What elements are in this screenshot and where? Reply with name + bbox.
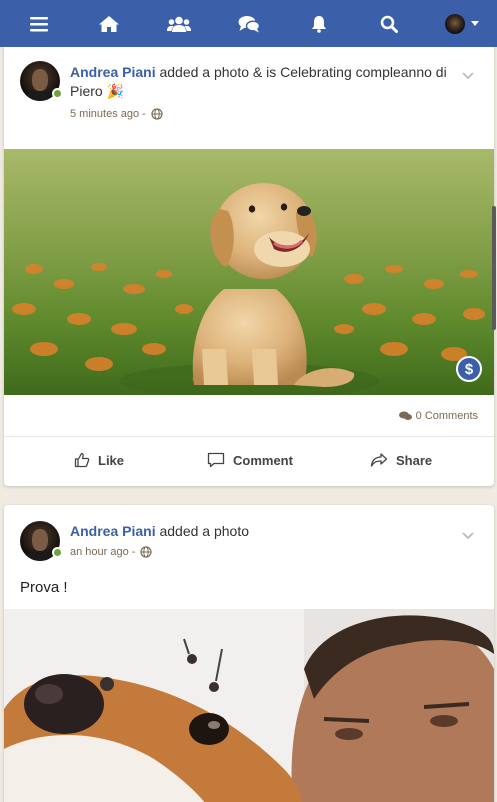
- top-navigation-bar: [0, 0, 497, 47]
- online-status-dot: [52, 547, 63, 558]
- online-status-dot: [52, 88, 63, 99]
- profile-avatar: [445, 13, 465, 34]
- post-time: an hour ago -: [70, 546, 153, 558]
- divider: [4, 436, 494, 437]
- post-options-chevron-icon[interactable]: [462, 527, 474, 545]
- author-name[interactable]: Andrea Piani: [70, 64, 156, 80]
- thumbs-up-icon: [74, 452, 90, 468]
- messages-icon[interactable]: [224, 0, 274, 47]
- post-options-chevron-icon[interactable]: [462, 67, 474, 85]
- post-timestamp[interactable]: an hour ago -: [70, 546, 135, 558]
- notifications-icon[interactable]: [294, 0, 344, 47]
- post-header: Andrea Piani added a photo & is Celebrat…: [70, 63, 454, 101]
- post-photo-puppy[interactable]: [4, 149, 494, 395]
- globe-icon: [140, 546, 153, 558]
- menu-icon[interactable]: [14, 0, 64, 47]
- post-time: 5 minutes ago -: [70, 108, 163, 120]
- post-header: Andrea Piani added a photo: [70, 522, 454, 541]
- share-button[interactable]: Share: [370, 448, 432, 472]
- comments-count[interactable]: 0 Comments: [398, 410, 478, 422]
- like-button[interactable]: Like: [74, 448, 124, 472]
- post-timestamp[interactable]: 5 minutes ago -: [70, 108, 146, 120]
- author-name[interactable]: Andrea Piani: [70, 523, 156, 539]
- comment-icon: [207, 452, 225, 468]
- globe-icon: [151, 108, 163, 120]
- comments-icon: [398, 411, 412, 420]
- home-icon[interactable]: [84, 0, 134, 47]
- post-photo-selfie[interactable]: [4, 609, 494, 802]
- scrollbar-thumb[interactable]: [492, 206, 496, 330]
- post-action-text: added a photo: [159, 523, 250, 539]
- share-icon: [370, 453, 388, 467]
- post-card: Andrea Piani added a photo & is Celebrat…: [4, 43, 494, 486]
- post-card: Andrea Piani added a photo an hour ago -…: [4, 505, 494, 802]
- search-icon[interactable]: [364, 0, 414, 47]
- chevron-down-icon: [471, 21, 479, 26]
- profile-menu[interactable]: [434, 0, 490, 47]
- post-text: Prova !: [20, 579, 68, 596]
- friends-icon[interactable]: [154, 0, 204, 47]
- comment-button[interactable]: Comment: [207, 448, 293, 472]
- dollar-badge-icon[interactable]: $: [456, 356, 482, 382]
